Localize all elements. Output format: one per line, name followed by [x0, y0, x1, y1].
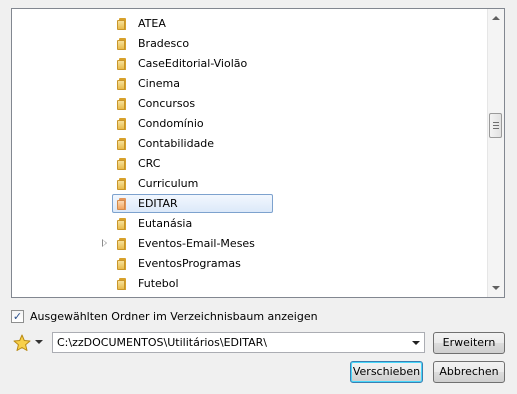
folder-icon	[117, 58, 131, 70]
path-input[interactable]: C:\zzDOCUMENTOS\Utilitários\EDITAR\	[57, 336, 267, 350]
folder-icon	[117, 218, 131, 230]
grip-line	[493, 125, 499, 127]
folder-label: Futebol	[138, 277, 179, 290]
selection-highlight	[112, 194, 273, 213]
folder-icon	[117, 118, 131, 130]
favorites-dropdown-icon[interactable]	[35, 340, 43, 344]
folder-tree-item[interactable]: Curriculum	[12, 174, 487, 194]
folder-label: Condomínio	[138, 117, 204, 130]
folder-label: Cinema	[138, 77, 180, 90]
folder-tree-item[interactable]: Eutanásia	[12, 214, 487, 234]
folder-tree-item[interactable]: CRC	[12, 154, 487, 174]
vertical-scrollbar[interactable]	[487, 9, 504, 297]
folder-tree-item[interactable]: CaseEditorial-Violão	[12, 54, 487, 74]
show-in-tree-label[interactable]: Ausgewählten Ordner im Verzeichnisbaum a…	[30, 310, 318, 324]
folder-label: CRC	[138, 157, 161, 170]
folder-label: Bradesco	[138, 37, 190, 50]
folder-label: Curriculum	[138, 177, 199, 190]
folder-tree-item[interactable]: EDITAR	[12, 194, 487, 214]
folder-tree-item[interactable]: Contabilidade	[12, 134, 487, 154]
folder-tree-item[interactable]: EventosProgramas	[12, 254, 487, 274]
folder-icon	[117, 178, 131, 190]
folder-label: Contabilidade	[138, 137, 215, 150]
folder-tree-item[interactable]: Concursos	[12, 94, 487, 114]
folder-tree-item[interactable]: Eventos-Email-Meses	[12, 234, 487, 254]
folder-tree-item[interactable]: Condomínio	[12, 114, 487, 134]
grip-line	[493, 128, 499, 130]
folder-tree[interactable]: ATEA Bradesco CaseEditorial-Violão Cinema Co…	[11, 8, 505, 298]
folder-tree-item[interactable]: Futebol	[12, 274, 487, 294]
folder-label: Eutanásia	[138, 217, 193, 230]
folder-label: ATEA	[138, 17, 166, 30]
expand-button[interactable]: Erweitern	[433, 332, 505, 354]
star-icon[interactable]	[13, 334, 31, 352]
folder-icon	[117, 258, 131, 270]
expand-arrow-icon[interactable]	[102, 239, 107, 247]
folder-tree-list: ATEA Bradesco CaseEditorial-Violão Cinema Co…	[12, 14, 487, 298]
folder-icon	[117, 18, 131, 30]
path-combobox[interactable]: C:\zzDOCUMENTOS\Utilitários\EDITAR\	[52, 332, 425, 353]
folder-tree-item[interactable]: Cinema	[12, 74, 487, 94]
folder-label: Geral	[138, 297, 168, 298]
folder-label: Eventos-Email-Meses	[138, 237, 255, 250]
folder-icon	[117, 38, 131, 50]
chevron-down-icon[interactable]	[412, 341, 420, 345]
folder-label: EventosProgramas	[138, 257, 241, 270]
folder-icon	[117, 138, 131, 150]
show-in-tree-checkbox[interactable]: ✓	[11, 310, 24, 323]
folder-icon	[117, 78, 131, 90]
folder-tree-item[interactable]: ATEA	[12, 14, 487, 34]
folder-icon	[117, 198, 131, 210]
folder-icon	[117, 158, 131, 170]
grip-line	[493, 122, 499, 124]
folder-icon	[117, 278, 131, 290]
folder-tree-item[interactable]: Bradesco	[12, 34, 487, 54]
folder-label: Concursos	[138, 97, 196, 110]
move-button[interactable]: Verschieben	[350, 361, 423, 383]
scroll-down-arrow-icon[interactable]	[492, 286, 500, 290]
folder-label: CaseEditorial-Violão	[138, 57, 248, 70]
scroll-thumb[interactable]	[489, 113, 502, 139]
folder-label: EDITAR	[138, 197, 178, 210]
folder-icon	[117, 98, 131, 110]
scroll-up-arrow-icon[interactable]	[492, 16, 500, 20]
folder-tree-item[interactable]: Geral	[12, 294, 487, 298]
cancel-button[interactable]: Abbrechen	[433, 361, 505, 383]
folder-icon	[117, 238, 131, 250]
